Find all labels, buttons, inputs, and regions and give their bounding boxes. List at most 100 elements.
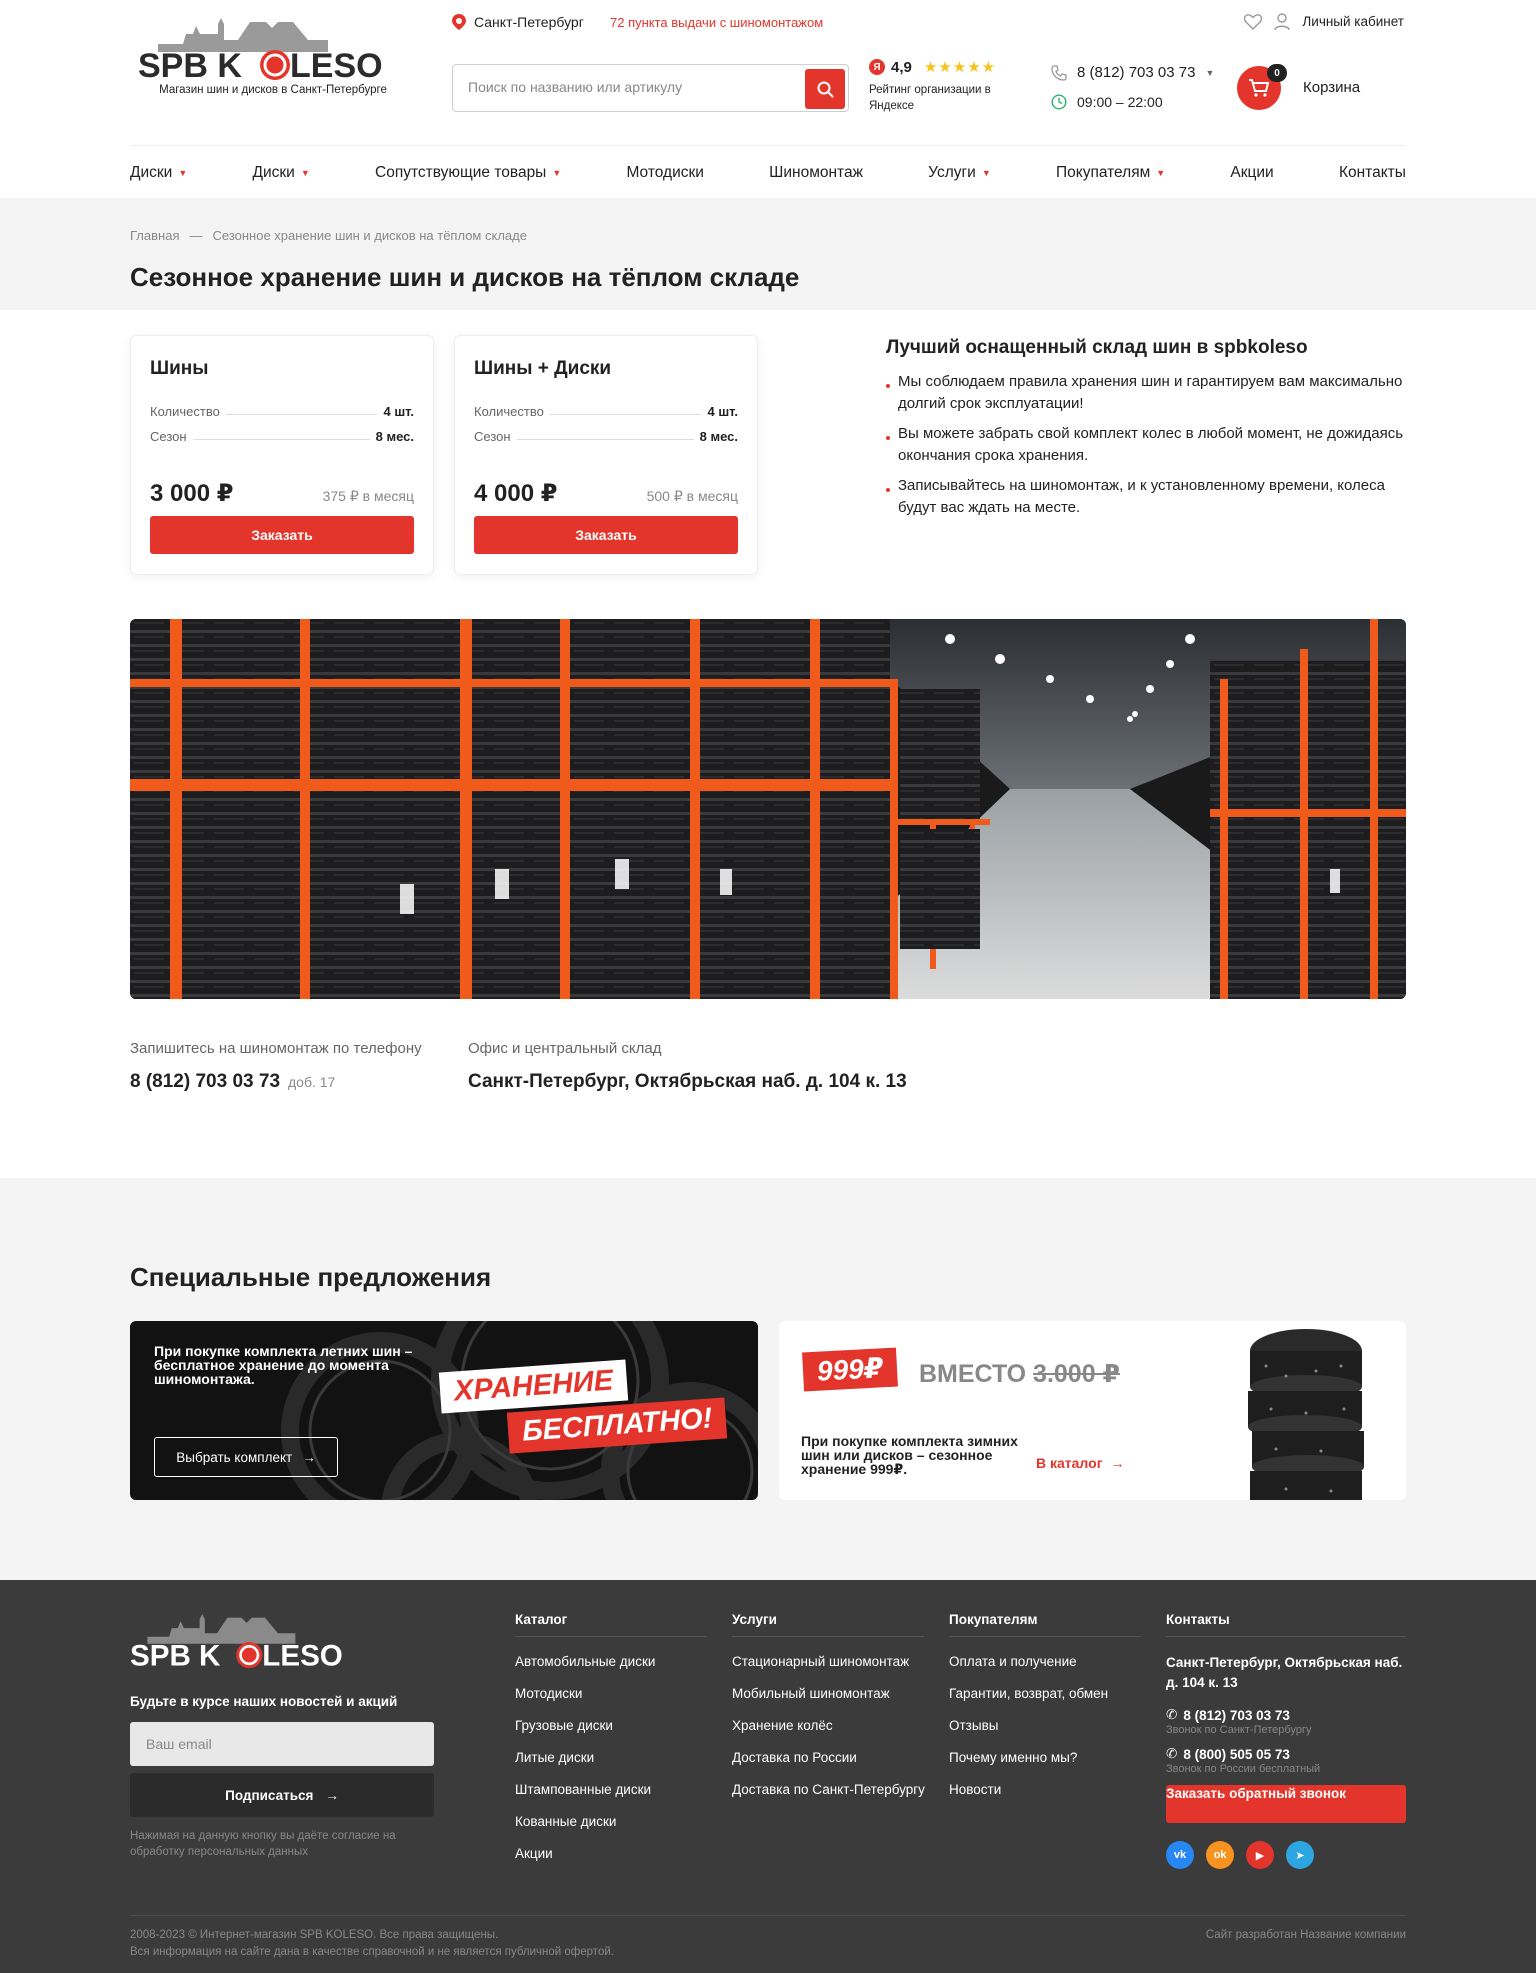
promo-free-storage[interactable]: При покупке комплекта летних шин – беспл…	[130, 1321, 758, 1500]
breadcrumb-separator: —	[189, 228, 203, 243]
footer-buyers-link[interactable]: Отзывы	[949, 1717, 1141, 1734]
footer-logo-mark: SPB K LESO	[130, 1614, 343, 1673]
nav-item[interactable]: Услуги ▼	[928, 164, 991, 182]
yandex-icon: Я	[869, 59, 885, 75]
search-button[interactable]	[805, 69, 845, 109]
instead-price: ВМЕСТО 3.000 ₽	[919, 1359, 1120, 1389]
developer-link[interactable]: Сайт разработан Название компании	[1206, 1927, 1406, 1944]
chevron-down-icon: ▼	[552, 168, 562, 178]
footer-catalog-link[interactable]: Автомобильные диски	[515, 1653, 707, 1670]
main-nav: Диски ▼ Диски ▼ Сопутствующие товары ▼ Мотодис…	[130, 145, 1406, 182]
price-badge: 999₽	[802, 1347, 899, 1392]
hours-text: 09:00 – 22:00	[1077, 94, 1163, 110]
qty-value: 4 шт.	[383, 404, 414, 419]
chevron-down-icon: ▼	[1205, 67, 1215, 78]
pickup-points-link[interactable]: 72 пункта выдачи с шиномонтажом	[610, 15, 823, 30]
city-selector[interactable]: Санкт-Петербург	[452, 14, 584, 30]
footer-services-link[interactable]: Доставка по Санкт-Петербургу	[732, 1781, 932, 1798]
tariff-title: Шины	[150, 358, 209, 379]
phone-1-note: Звонок по Санкт-Петербургу	[1166, 1724, 1312, 1736]
cart-label[interactable]: Корзина	[1303, 79, 1360, 96]
order-button[interactable]: Заказать	[474, 516, 738, 554]
footer-catalog-link[interactable]: Грузовые диски	[515, 1717, 707, 1734]
footer-catalog-link[interactable]: Литые диски	[515, 1749, 707, 1766]
choose-set-button[interactable]: Выбрать комплект →	[154, 1437, 338, 1477]
footer-bottom: 2008-2023 © Интернет-магазин SPB KOLESO.…	[130, 1915, 1406, 1961]
tariff-title: Шины + Диски	[474, 358, 612, 379]
header-phone[interactable]: 8 (812) 703 03 73 ▼	[1051, 64, 1214, 81]
nav-item-label: Диски	[252, 164, 295, 181]
nav-item-label: Шиномонтаж	[769, 164, 863, 181]
footer-phone-2[interactable]: ✆ 8 (800) 505 05 73	[1166, 1746, 1406, 1762]
nav-item[interactable]: Покупателям ▼	[1056, 164, 1165, 182]
nav-item[interactable]: Диски ▼	[253, 164, 310, 182]
tariff-card-tires: Шины Количество 4 шт. Сезон 8 мес. 3 000 ₽…	[130, 335, 434, 575]
season-value: 8 мес.	[699, 429, 738, 444]
footer-services-link[interactable]: Хранение колёс	[732, 1717, 932, 1734]
nav-item[interactable]: Сопутствующие товары ▼	[375, 164, 561, 182]
rating-stars: ★★★★★	[923, 59, 997, 76]
nav-item[interactable]: Шиномонтаж	[769, 164, 863, 182]
heart-icon[interactable]	[1244, 13, 1263, 30]
logo-tagline: Магазин шин и дисков в Санкт-Петербурге	[159, 84, 387, 96]
advantage-item: Мы соблюдаем правила хранения шин и гара…	[886, 371, 1406, 415]
warehouse-illustration	[130, 619, 1406, 999]
booking-phone[interactable]: 8 (812) 703 03 73	[130, 1071, 280, 1092]
phone-1-number: 8 (812) 703 03 73	[1183, 1707, 1290, 1723]
phone-2-note: Звонок по России бесплатный	[1166, 1763, 1321, 1775]
phone-icon: ✆	[1166, 1707, 1178, 1722]
promo-999-storage[interactable]: 999₽ ВМЕСТО 3.000 ₽ При покупке комплект…	[779, 1321, 1406, 1500]
footer-buyers-link[interactable]: Почему именно мы?	[949, 1749, 1141, 1766]
footer-services-link[interactable]: Стационарный шиномонтаж	[732, 1653, 932, 1670]
rating-value: 4,9	[891, 58, 912, 76]
nav-item-label: Сопутствующие товары	[375, 164, 547, 181]
footer-buyers: Покупателям Оплата и получение Гарантии, …	[949, 1612, 1141, 1813]
yandex-rating[interactable]: Я 4,9 ★★★★★ Рейтинг организации в Яндекс…	[869, 58, 1029, 114]
account-link[interactable]: Личный кабинет	[1302, 14, 1404, 29]
footer-buyers-link[interactable]: Гарантии, возврат, обмен	[949, 1685, 1141, 1702]
footer-catalog-link[interactable]: Штампованные диски	[515, 1781, 707, 1798]
chevron-down-icon: ▼	[1156, 168, 1166, 178]
phone-extension: доб. 17	[288, 1074, 336, 1090]
qty-label: Количество	[150, 404, 220, 419]
nav-item[interactable]: Мотодиски	[626, 164, 703, 182]
footer-address: Санкт-Петербург, Октябрьская наб. д. 104…	[1166, 1655, 1403, 1690]
svg-text:SPB K: SPB K	[130, 1640, 221, 1671]
footer-catalog-link[interactable]: Мотодиски	[515, 1685, 707, 1702]
season-label: Сезон	[474, 429, 511, 444]
footer-buyers-link[interactable]: Оплата и получение	[949, 1653, 1141, 1670]
telegram-icon[interactable]: ➤	[1286, 1841, 1314, 1869]
arrow-right-icon: →	[302, 1449, 316, 1465]
order-button[interactable]: Заказать	[150, 516, 414, 554]
search-input[interactable]	[453, 65, 793, 109]
footer-services-link[interactable]: Доставка по России	[732, 1749, 932, 1766]
office-address: Санкт-Петербург, Октябрьская наб. д. 104…	[468, 1071, 907, 1092]
nav-item[interactable]: Контакты	[1339, 164, 1406, 182]
odnoklassniki-icon[interactable]: ok	[1206, 1841, 1234, 1869]
footer-services-link[interactable]: Мобильный шиномонтаж	[732, 1685, 932, 1702]
vk-icon[interactable]: vk	[1166, 1841, 1194, 1869]
footer-catalog-link[interactable]: Акции	[515, 1845, 707, 1862]
footer-phone-1[interactable]: ✆ 8 (812) 703 03 73	[1166, 1707, 1406, 1723]
email-input[interactable]	[130, 1722, 434, 1766]
footer-catalog-title: Каталог	[515, 1612, 707, 1637]
footer-logo[interactable]: SPB K LESO	[130, 1614, 365, 1675]
footer-contacts: Контакты Санкт-Петербург, Октябрьская на…	[1166, 1612, 1406, 1869]
nav-item-label: Услуги	[928, 164, 976, 181]
callback-button[interactable]: Заказать обратный звонок	[1166, 1785, 1406, 1823]
breadcrumb-home[interactable]: Главная	[130, 228, 179, 243]
work-hours: 09:00 – 22:00	[1051, 94, 1163, 110]
advantage-item: Вы можете забрать свой комплект колес в …	[886, 423, 1406, 467]
subscribe-button[interactable]: Подписаться →	[130, 1773, 434, 1817]
site-logo[interactable]: SPB K LESO Магазин шин и дисков в Санкт-…	[138, 14, 408, 104]
nav-item[interactable]: Диски ▼	[130, 164, 187, 182]
social-links: vk ok ▶ ➤	[1166, 1841, 1406, 1869]
footer-catalog-link[interactable]: Кованные диски	[515, 1813, 707, 1830]
chevron-down-icon: ▼	[981, 168, 991, 178]
footer-services: Услуги Стационарный шиномонтаж Мобильный …	[732, 1612, 932, 1813]
catalog-link[interactable]: В каталог →	[1036, 1455, 1125, 1471]
youtube-icon[interactable]: ▶	[1246, 1841, 1274, 1869]
footer-buyers-link[interactable]: Новости	[949, 1781, 1141, 1798]
cart-button[interactable]: 0	[1237, 64, 1287, 110]
nav-item[interactable]: Акции	[1230, 164, 1273, 182]
